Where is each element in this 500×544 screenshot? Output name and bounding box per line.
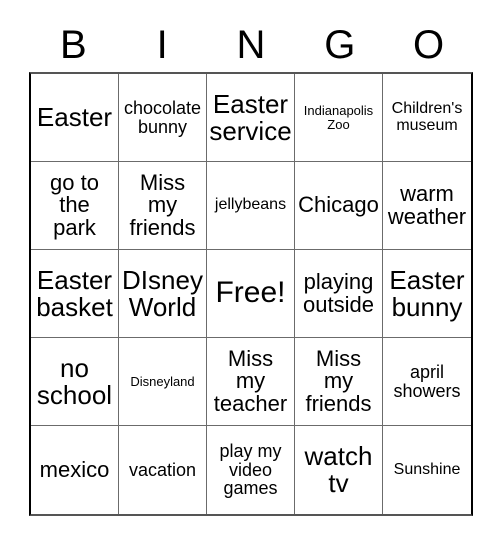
bingo-cell-label: Miss my friends — [129, 169, 196, 240]
bingo-cell[interactable]: vacation — [119, 426, 207, 514]
bingo-cell-free[interactable]: Free! — [207, 250, 295, 338]
bingo-cell-label: Children's museum — [391, 100, 463, 134]
bingo-cell-label: Chicago — [298, 192, 379, 218]
bingo-cell[interactable]: Indianapolis Zoo — [295, 74, 383, 162]
bingo-cell-label: Sunshine — [393, 460, 461, 478]
bingo-cell[interactable]: play my video games — [207, 426, 295, 514]
bingo-header: B I N G O — [29, 18, 473, 72]
bingo-cell[interactable]: watch tv — [295, 426, 383, 514]
bingo-cell-label: Disneyland — [130, 373, 195, 389]
bingo-cell-label: Easter service — [209, 88, 292, 146]
bingo-cell[interactable]: mexico — [31, 426, 119, 514]
bingo-cell-label: DIsney World — [122, 264, 203, 322]
bingo-cell[interactable]: Easter — [31, 74, 119, 162]
header-letter-i: I — [156, 23, 168, 67]
bingo-cell-label: Indianapolis Zoo — [303, 103, 374, 132]
bingo-cell[interactable]: playing outside — [295, 250, 383, 338]
header-letter-g: G — [324, 23, 356, 67]
bingo-cell[interactable]: Chicago — [295, 162, 383, 250]
bingo-cell[interactable]: Easter basket — [31, 250, 119, 338]
bingo-cell-label: Miss my friends — [305, 345, 372, 416]
bingo-cell[interactable]: Easter service — [207, 74, 295, 162]
bingo-cell[interactable]: go to the park — [31, 162, 119, 250]
bingo-cell-label: Easter basket — [36, 264, 113, 322]
bingo-cell-label: vacation — [128, 459, 197, 480]
bingo-grid: Easter chocolate bunny Easter service In… — [29, 72, 473, 516]
bingo-cell[interactable]: Sunshine — [383, 426, 471, 514]
bingo-cell-label: Easter bunny — [389, 264, 465, 322]
bingo-cell[interactable]: Easter bunny — [383, 250, 471, 338]
header-letter-n: N — [236, 23, 266, 67]
bingo-cell[interactable]: Miss my friends — [119, 162, 207, 250]
bingo-cell[interactable]: jellybeans — [207, 162, 295, 250]
bingo-cell[interactable]: no school — [31, 338, 119, 426]
bingo-cell-label: mexico — [39, 456, 110, 482]
bingo-cell[interactable]: Miss my teacher — [207, 338, 295, 426]
bingo-cell-label: playing outside — [303, 269, 374, 317]
bingo-cell-label: jellybeans — [214, 196, 287, 214]
bingo-cell-label: Miss my teacher — [213, 345, 288, 416]
bingo-cell-label: Free! — [215, 276, 286, 310]
header-letter-o: O — [413, 23, 445, 67]
bingo-cell-label: chocolate bunny — [123, 98, 202, 137]
bingo-cell[interactable]: Miss my friends — [295, 338, 383, 426]
bingo-card: B I N G O Easter chocolate bunny Easter … — [0, 0, 500, 544]
bingo-cell-label: watch tv — [304, 441, 373, 498]
bingo-cell[interactable]: Disneyland — [119, 338, 207, 426]
bingo-cell[interactable]: chocolate bunny — [119, 74, 207, 162]
bingo-cell-label: play my video games — [219, 441, 282, 499]
bingo-cell[interactable]: Children's museum — [383, 74, 471, 162]
bingo-cell[interactable]: DIsney World — [119, 250, 207, 338]
bingo-cell-label: go to the park — [50, 169, 99, 240]
bingo-cell-label: april showers — [393, 362, 461, 401]
bingo-cell-label: warm weather — [387, 181, 467, 229]
bingo-cell[interactable]: april showers — [383, 338, 471, 426]
bingo-cell-label: no school — [36, 352, 113, 410]
bingo-cell-label: Easter — [36, 102, 113, 133]
bingo-cell[interactable]: warm weather — [383, 162, 471, 250]
header-letter-b: B — [60, 23, 87, 67]
